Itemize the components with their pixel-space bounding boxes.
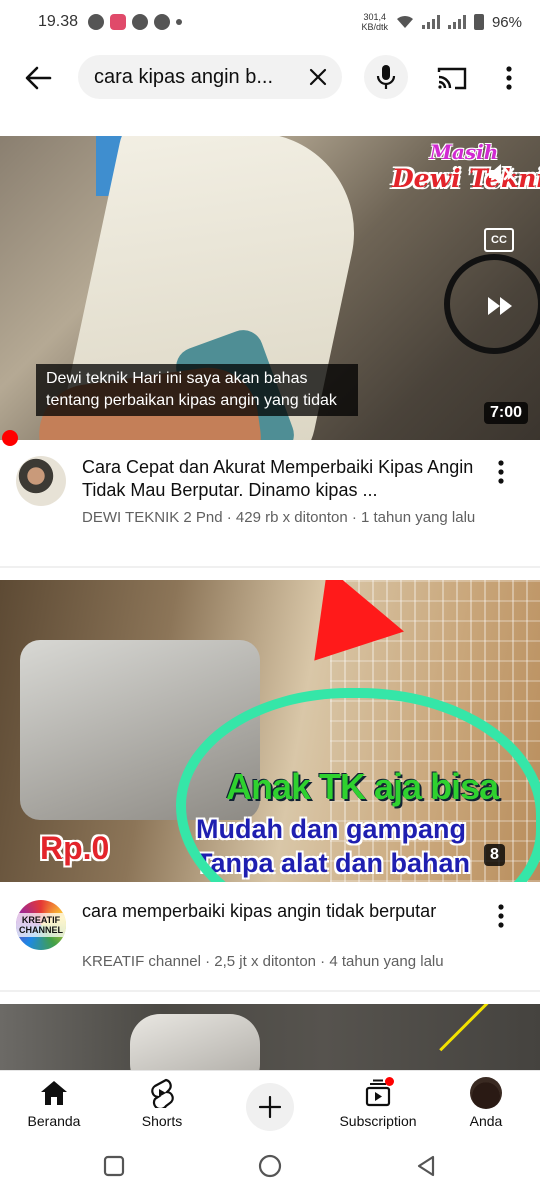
nav-you[interactable]: Anda: [436, 1077, 536, 1129]
captions-icon[interactable]: CC: [484, 228, 514, 252]
video-caption: Dewi teknik Hari ini saya akan bahas ten…: [36, 364, 358, 416]
overlay-price: Rp.0: [40, 830, 110, 866]
microphone-icon: [376, 65, 396, 89]
close-icon: [309, 68, 327, 86]
battery-icon: [473, 14, 484, 30]
network-speed-value: 301,4: [363, 12, 386, 22]
network-speed-unit: KB/dtk: [361, 22, 388, 32]
video-more-button[interactable]: [488, 898, 514, 934]
notification-dot: [385, 1077, 394, 1086]
back-system-button[interactable]: [412, 1152, 440, 1180]
cast-button[interactable]: [434, 60, 470, 96]
video-thumbnail-3[interactable]: [0, 1004, 540, 1070]
video-thumbnail-2[interactable]: Anak TK aja bisa Mudah dan gampang Tanpa…: [0, 580, 540, 882]
thumbnail-decor: [130, 1014, 260, 1070]
search-header: cara kipas angin b...: [0, 48, 540, 108]
divider: [0, 990, 540, 992]
system-navigation-bar: [0, 1138, 540, 1194]
recents-icon: [103, 1155, 125, 1177]
nav-home[interactable]: Beranda: [4, 1077, 104, 1129]
shorts-icon: [151, 1078, 174, 1108]
signal-icon-2: [447, 15, 466, 29]
cast-icon: [437, 67, 467, 90]
nav-subscriptions[interactable]: Subscription: [328, 1077, 428, 1129]
network-speed: 301,4 KB/dtk: [361, 12, 388, 32]
plus-icon: [259, 1096, 281, 1118]
more-vertical-icon: [506, 66, 512, 90]
status-bar: 19.38 301,4 KB/dtk 96%: [0, 0, 540, 44]
channel-avatar[interactable]: KREATIF CHANNEL: [16, 900, 66, 950]
fast-forward-icon[interactable]: [482, 288, 518, 324]
arrow-left-icon: [25, 66, 52, 90]
mute-icon[interactable]: [484, 158, 516, 190]
video-thumbnail-1[interactable]: Masih Dewi Teknik CC Dewi teknik Hari in…: [0, 136, 540, 440]
compass-notification-icon: [132, 14, 149, 30]
video-metadata: KREATIF channel · 2,5 jt x ditonton · 4 …: [82, 953, 444, 970]
signal-icon: [421, 15, 440, 29]
playback-progress-dot[interactable]: [2, 430, 18, 446]
avatar-logo-text: KREATIF CHANNEL: [16, 913, 66, 937]
video-duration: 7:00: [484, 402, 529, 424]
more-notifications-dot-icon: [176, 19, 183, 25]
video-metadata: DEWI TEKNIK 2 Pnd · 429 rb x ditonton · …: [82, 509, 476, 526]
nav-home-label: Beranda: [27, 1113, 81, 1129]
more-vertical-icon: [498, 904, 504, 928]
recents-button[interactable]: [100, 1152, 128, 1180]
nav-subscriptions-label: Subscription: [339, 1113, 417, 1129]
chat-notification-icon: [88, 14, 105, 30]
home-icon: [41, 1081, 67, 1105]
triangle-back-icon: [417, 1155, 435, 1177]
more-vertical-icon: [498, 460, 504, 484]
compass-notification-icon-2: [154, 14, 171, 30]
clear-search-button[interactable]: [304, 63, 332, 91]
search-box[interactable]: cara kipas angin b...: [78, 55, 342, 99]
nav-shorts-label: Shorts: [141, 1113, 183, 1129]
bottom-navigation: Beranda Shorts Subscription Anda: [0, 1070, 540, 1138]
wifi-icon: [396, 15, 413, 28]
video-title[interactable]: Cara Cepat dan Akurat Memperbaiki Kipas …: [82, 456, 482, 502]
divider: [0, 566, 540, 568]
status-time: 19.38: [38, 13, 79, 30]
back-button[interactable]: [18, 58, 58, 98]
voice-search-button[interactable]: [364, 55, 408, 99]
video-title[interactable]: cara memperbaiki kipas angin tidak berpu…: [82, 900, 482, 923]
profile-avatar: [470, 1077, 502, 1109]
create-button[interactable]: [246, 1083, 294, 1131]
channel-avatar[interactable]: [16, 456, 66, 506]
home-circle-icon: [258, 1154, 282, 1178]
nav-you-label: Anda: [469, 1113, 503, 1129]
home-system-button[interactable]: [256, 1152, 284, 1180]
search-input[interactable]: cara kipas angin b...: [94, 66, 290, 89]
app-notification-icon: [110, 14, 127, 30]
video-more-button[interactable]: [488, 454, 514, 490]
battery-percent: 96%: [491, 13, 522, 31]
nav-shorts[interactable]: Shorts: [112, 1077, 212, 1129]
thumbnail-decor: [439, 1004, 491, 1052]
more-options-button[interactable]: [494, 60, 524, 96]
